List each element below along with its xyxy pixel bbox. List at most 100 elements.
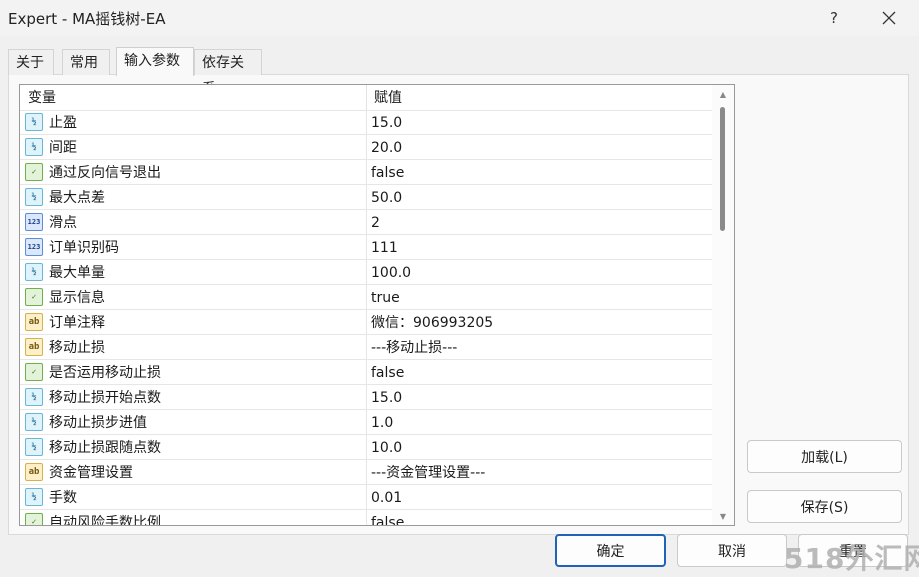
cell-divider (366, 435, 367, 460)
parameter-row[interactable]: ½ 最大点差 50.0 (20, 185, 712, 210)
parameter-name: 自动风险手数比例 (49, 515, 161, 526)
parameter-row[interactable]: 123 订单识别码 111 (20, 235, 712, 260)
cell-divider (366, 360, 367, 385)
parameter-row[interactable]: 123 滑点 2 (20, 210, 712, 235)
parameter-value[interactable]: 15.0 (371, 385, 402, 410)
cell-divider (366, 160, 367, 185)
parameter-row[interactable]: ab 资金管理设置 ---资金管理设置--- (20, 460, 712, 485)
cell-divider (366, 310, 367, 335)
parameter-name: 最大点差 (49, 190, 105, 206)
int-type-icon: 123 (25, 213, 43, 231)
parameter-value[interactable]: false (371, 360, 404, 385)
load-button[interactable]: 加载(L) (747, 440, 902, 473)
parameter-name: 最大单量 (49, 265, 105, 281)
cell-divider (366, 335, 367, 360)
parameter-row[interactable]: ab 订单注释 微信：906993205 (20, 310, 712, 335)
parameter-name: 显示信息 (49, 290, 105, 306)
parameter-row[interactable]: ½ 移动止损步进值 1.0 (20, 410, 712, 435)
bool-type-icon: ✓ (25, 513, 43, 525)
parameter-name: 间距 (49, 140, 77, 156)
double-type-icon: ½ (25, 138, 43, 156)
double-type-icon: ½ (25, 263, 43, 281)
double-type-icon: ½ (25, 388, 43, 406)
parameter-value[interactable]: ---资金管理设置--- (371, 460, 485, 485)
cell-divider (366, 210, 367, 235)
parameter-value[interactable]: 111 (371, 235, 398, 260)
window-title: Expert - MA摇钱树-EA (8, 10, 166, 28)
cell-divider (366, 110, 367, 135)
column-header-variable[interactable]: 变量 (20, 85, 366, 110)
parameter-row[interactable]: ½ 移动止损开始点数 15.0 (20, 385, 712, 410)
cell-divider (366, 285, 367, 310)
parameter-row[interactable]: ✓ 自动风险手数比例 false (20, 510, 712, 526)
double-type-icon: ½ (25, 188, 43, 206)
parameter-row[interactable]: ✓ 通过反向信号退出 false (20, 160, 712, 185)
cell-divider (366, 460, 367, 485)
tab-common[interactable]: 常用 (62, 49, 110, 75)
parameter-row[interactable]: ½ 最大单量 100.0 (20, 260, 712, 285)
parameter-value[interactable]: 20.0 (371, 135, 402, 160)
parameter-name: 订单识别码 (49, 240, 119, 256)
parameter-value[interactable]: 10.0 (371, 435, 402, 460)
parameter-name: 移动止损开始点数 (49, 390, 161, 406)
parameter-name: 移动止损跟随点数 (49, 440, 161, 456)
parameter-row[interactable]: ½ 间距 20.0 (20, 135, 712, 160)
help-button[interactable]: ? (820, 4, 848, 32)
double-type-icon: ½ (25, 113, 43, 131)
tab-input-parameters[interactable]: 输入参数 (116, 47, 194, 76)
parameter-row[interactable]: ✓ 显示信息 true (20, 285, 712, 310)
cell-divider (366, 510, 367, 525)
parameter-name: 手数 (49, 490, 77, 506)
help-icon: ? (830, 9, 838, 27)
ok-button[interactable]: 确定 (555, 534, 666, 567)
parameter-value[interactable]: 0.01 (371, 485, 402, 510)
parameters-grid[interactable]: 变量 赋值 ½ 止盈 15.0 ½ 间距 20.0 ✓ 通过反向信号退出 false ½ 最大点差 5… (19, 84, 735, 526)
parameter-name: 移动止损 (49, 340, 105, 356)
cell-divider (366, 135, 367, 160)
parameter-row[interactable]: ½ 手数 0.01 (20, 485, 712, 510)
parameter-value[interactable]: 2 (371, 210, 380, 235)
bool-type-icon: ✓ (25, 288, 43, 306)
watermark: 518外汇网 (784, 542, 919, 575)
parameter-row[interactable]: ½ 移动止损跟随点数 10.0 (20, 435, 712, 460)
parameter-name: 订单注释 (49, 315, 105, 331)
int-type-icon: 123 (25, 238, 43, 256)
save-button[interactable]: 保存(S) (747, 490, 902, 523)
grid-header: 变量 赋值 (20, 85, 712, 111)
close-button[interactable] (874, 4, 904, 32)
double-type-icon: ½ (25, 488, 43, 506)
tab-dependencies[interactable]: 依存关系 (194, 49, 262, 97)
parameter-value[interactable]: true (371, 285, 400, 310)
scroll-up-arrow-icon[interactable]: ▲ (717, 88, 729, 100)
parameter-value[interactable]: 100.0 (371, 260, 411, 285)
vertical-scrollbar[interactable]: ▲ ▼ (712, 85, 734, 525)
parameter-value[interactable]: 50.0 (371, 185, 402, 210)
parameter-name: 止盈 (49, 115, 77, 131)
cell-divider (366, 260, 367, 285)
cell-divider (366, 410, 367, 435)
parameter-value[interactable]: 15.0 (371, 110, 402, 135)
parameter-value[interactable]: false (371, 510, 404, 525)
parameter-name: 通过反向信号退出 (49, 165, 161, 181)
scroll-down-arrow-icon[interactable]: ▼ (717, 510, 729, 522)
parameter-value[interactable]: false (371, 160, 404, 185)
column-header-value[interactable]: 赋值 (366, 85, 712, 110)
close-icon (882, 11, 896, 25)
scroll-thumb[interactable] (720, 107, 725, 231)
parameter-row[interactable]: ✓ 是否运用移动止损 false (20, 360, 712, 385)
parameter-row[interactable]: ab 移动止损 ---移动止损--- (20, 335, 712, 360)
parameter-value[interactable]: ---移动止损--- (371, 335, 457, 360)
double-type-icon: ½ (25, 413, 43, 431)
parameter-value[interactable]: 微信：906993205 (371, 310, 493, 335)
bool-type-icon: ✓ (25, 163, 43, 181)
title-bar: Expert - MA摇钱树-EA ? (0, 0, 919, 36)
cancel-button[interactable]: 取消 (677, 534, 787, 567)
cell-divider (366, 385, 367, 410)
parameter-value[interactable]: 1.0 (371, 410, 393, 435)
bool-type-icon: ✓ (25, 363, 43, 381)
tab-strip: 关于 常用 输入参数 依存关系 (8, 47, 908, 97)
cell-divider (366, 185, 367, 210)
parameter-row[interactable]: ½ 止盈 15.0 (20, 110, 712, 135)
parameter-name: 是否运用移动止损 (49, 365, 161, 381)
tab-about[interactable]: 关于 (8, 49, 54, 75)
